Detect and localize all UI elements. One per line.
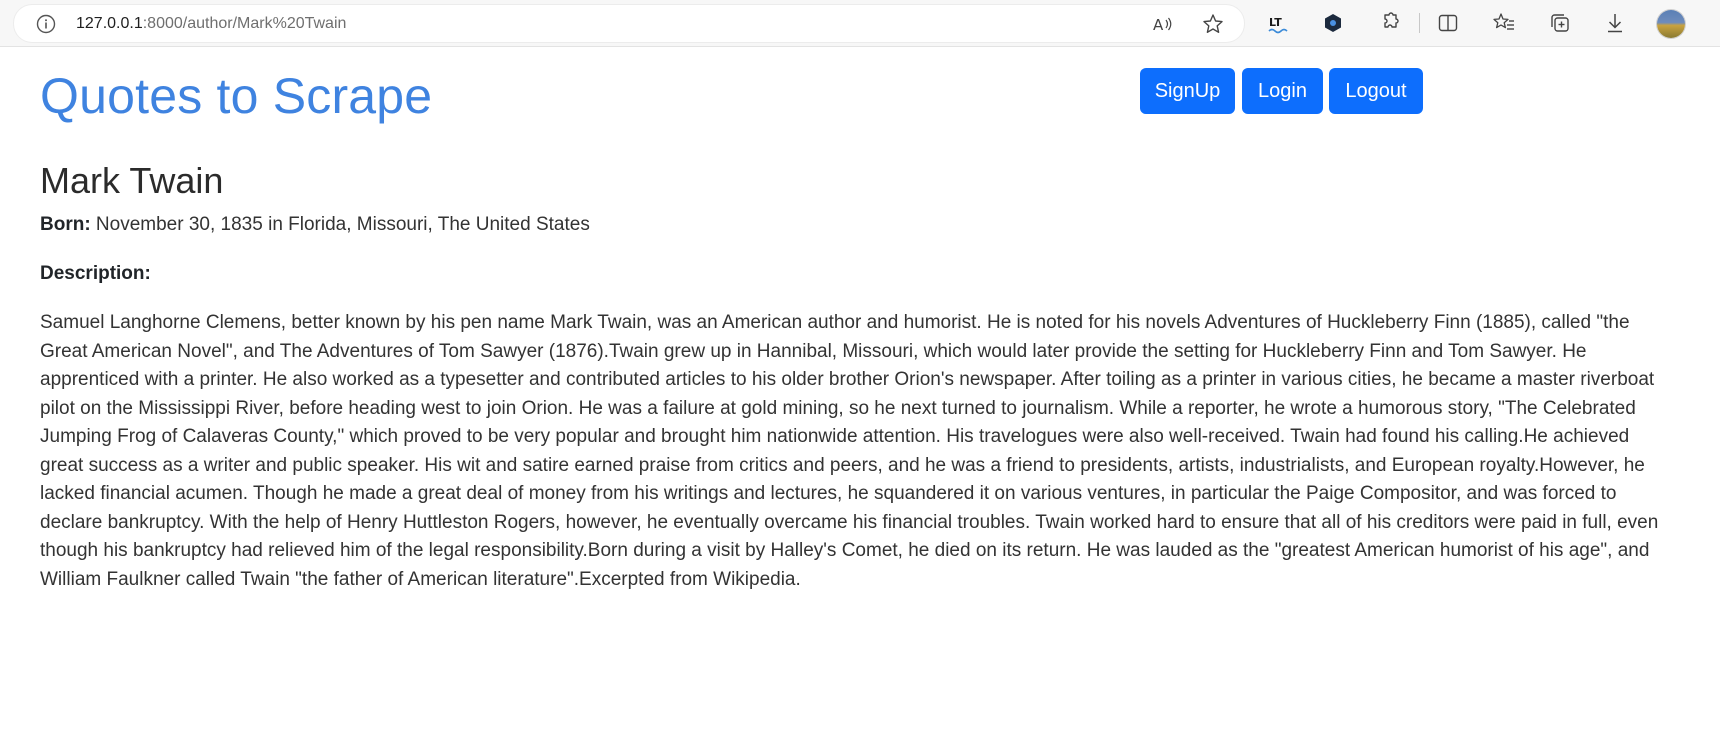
profile-avatar[interactable] (1657, 10, 1685, 38)
author-born: Born: November 30, 1835 in Florida, Miss… (40, 212, 590, 238)
downloads-icon[interactable] (1603, 11, 1627, 35)
login-button[interactable]: Login (1242, 68, 1323, 114)
author-description: Samuel Langhorne Clemens, better known b… (40, 312, 1659, 590)
toolbar-separator (1419, 13, 1420, 33)
languagetool-icon[interactable]: LT (1267, 11, 1291, 35)
shield-extension-icon[interactable] (1321, 11, 1345, 35)
born-label: Born: (40, 214, 91, 235)
url-text[interactable]: 127.0.0.1:8000/author/Mark%20Twain (76, 14, 346, 34)
read-aloud-icon[interactable]: A (1152, 13, 1174, 35)
logout-button[interactable]: Logout (1329, 68, 1423, 114)
site-title-link[interactable]: Quotes to Scrape (40, 66, 432, 126)
address-bar[interactable]: 127.0.0.1:8000/author/Mark%20Twain A (14, 5, 1244, 42)
signup-button[interactable]: SignUp (1140, 68, 1235, 114)
info-icon[interactable] (36, 14, 56, 34)
split-screen-icon[interactable] (1436, 11, 1460, 35)
svg-text:A: A (1153, 16, 1164, 34)
browser-toolbar: 127.0.0.1:8000/author/Mark%20Twain A LT (0, 0, 1720, 47)
born-value: November 30, 1835 in Florida, Missouri, … (90, 214, 590, 235)
extensions-icon[interactable] (1377, 11, 1401, 35)
description-label: Description: (40, 263, 151, 284)
url-path: :8000/author/Mark%20Twain (142, 15, 347, 32)
url-host: 127.0.0.1 (76, 15, 143, 32)
favorite-star-icon[interactable] (1202, 13, 1224, 35)
favorites-icon[interactable] (1492, 11, 1516, 35)
author-name: Mark Twain (40, 160, 224, 201)
collections-icon[interactable] (1548, 11, 1572, 35)
svg-text:LT: LT (1269, 16, 1282, 29)
